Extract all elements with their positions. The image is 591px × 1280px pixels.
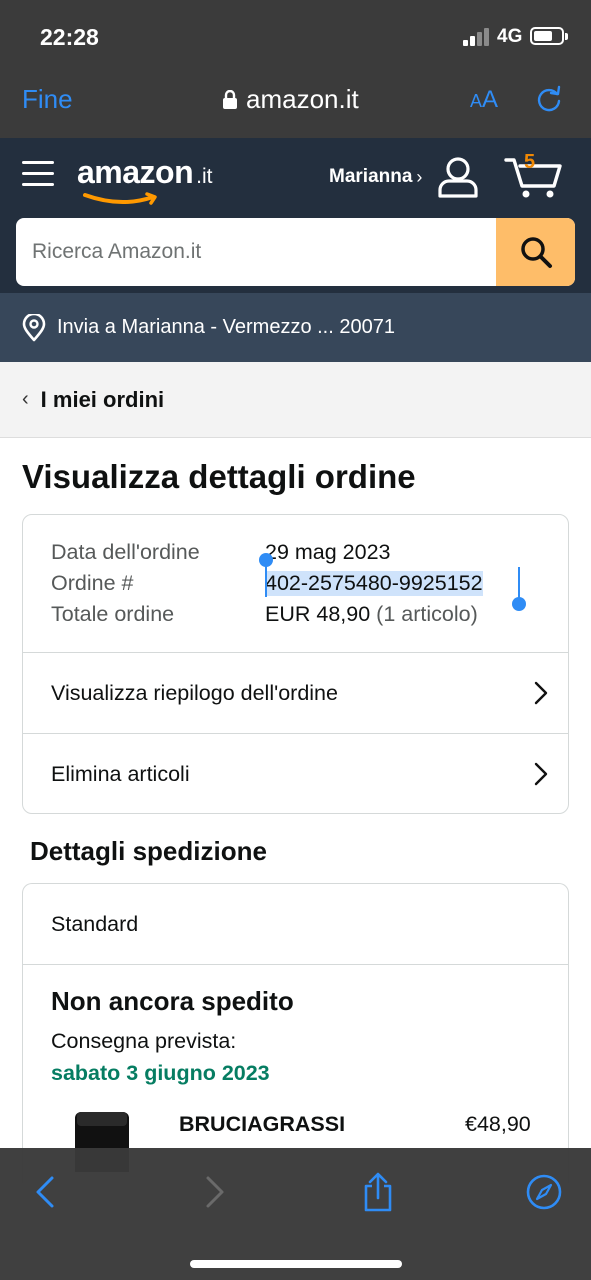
- order-date-label: Data dell'ordine: [51, 540, 200, 564]
- home-indicator: [190, 1260, 402, 1268]
- search-icon: [520, 237, 552, 268]
- battery-icon: [530, 27, 568, 45]
- compass-icon[interactable]: [524, 1172, 564, 1212]
- back-arrow-icon[interactable]: [26, 1172, 66, 1212]
- order-summary-link[interactable]: Visualizza riepilogo dell'ordine: [23, 652, 568, 733]
- order-date-value: 29 mag 2023: [265, 540, 391, 564]
- user-icon[interactable]: [436, 156, 480, 198]
- order-number-label: Ordine #: [51, 571, 134, 595]
- selection-end-handle[interactable]: [512, 597, 526, 611]
- delivery-location-bar[interactable]: Invia a Marianna - Vermezzo ... 20071: [0, 293, 591, 362]
- chevron-left-icon: ‹: [22, 388, 29, 410]
- address-bar[interactable]: amazon.it: [222, 84, 359, 115]
- selection-start-line: [265, 563, 267, 597]
- cart-count-badge: 5: [524, 151, 536, 173]
- reload-icon[interactable]: [535, 85, 563, 113]
- remove-items-link[interactable]: Elimina articoli: [23, 733, 568, 813]
- delivery-text: Invia a Marianna - Vermezzo ... 20071: [57, 316, 395, 338]
- breadcrumb-label: I miei ordini: [40, 386, 165, 412]
- safari-top-bar: 22:28 4G Fine amazon.it AA: [0, 0, 591, 138]
- signal-icon: [463, 28, 493, 46]
- order-info: Data dell'ordine 29 mag 2023 Ordine # 40…: [51, 537, 551, 630]
- text-size-button[interactable]: AA: [470, 86, 498, 114]
- url-text: amazon.it: [246, 84, 359, 114]
- status-time: 22:28: [40, 24, 99, 50]
- order-item-count: (1 articolo): [376, 602, 478, 626]
- amazon-logo[interactable]: amazon .it: [77, 154, 212, 205]
- safari-bottom-toolbar: [0, 1148, 591, 1280]
- order-date-row: Data dell'ordine 29 mag 2023: [51, 537, 551, 568]
- product-name[interactable]: BRUCIAGRASSI: [179, 1112, 345, 1137]
- shipping-status: Non ancora spedito: [51, 986, 294, 1016]
- hamburger-menu-icon[interactable]: [22, 158, 54, 188]
- order-info-card: Data dell'ordine 29 mag 2023 Ordine # 40…: [22, 514, 569, 814]
- order-total-value: EUR 48,90: [265, 602, 371, 626]
- order-number-value[interactable]: 402-2575480-9925152: [265, 571, 483, 596]
- location-pin-icon: [22, 313, 46, 341]
- search-button[interactable]: [496, 218, 575, 286]
- amazon-header: amazon .it Marianna › 5: [0, 138, 591, 293]
- search-input[interactable]: [16, 218, 496, 286]
- order-total-row: Totale ordine EUR 48,90 (1 articolo): [51, 599, 551, 630]
- shipping-method: Standard: [23, 884, 568, 965]
- network-label: 4G: [497, 26, 523, 47]
- page-title: Visualizza dettagli ordine: [22, 458, 416, 495]
- chevron-right-icon: [534, 681, 548, 705]
- expected-delivery-label: Consegna prevista:: [51, 1029, 237, 1053]
- order-number-row: Ordine # 402-2575480-9925152: [51, 568, 551, 599]
- shipping-section-title: Dettagli spedizione: [30, 836, 267, 866]
- done-button[interactable]: Fine: [22, 84, 73, 115]
- chevron-right-icon: [534, 762, 548, 786]
- search-bar: [16, 218, 575, 286]
- product-price: €48,90: [465, 1112, 531, 1136]
- account-link[interactable]: Marianna ›: [329, 166, 422, 188]
- selection-end-line: [518, 567, 520, 601]
- share-icon[interactable]: [358, 1172, 398, 1212]
- breadcrumb[interactable]: ‹ I miei ordini: [0, 362, 591, 438]
- lock-icon: [223, 89, 237, 109]
- expected-delivery-date: sabato 3 giugno 2023: [51, 1061, 270, 1085]
- forward-arrow-icon[interactable]: [194, 1172, 234, 1212]
- order-total-label: Totale ordine: [51, 602, 175, 626]
- shipping-card: Standard Non ancora spedito Consegna pre…: [22, 883, 569, 1183]
